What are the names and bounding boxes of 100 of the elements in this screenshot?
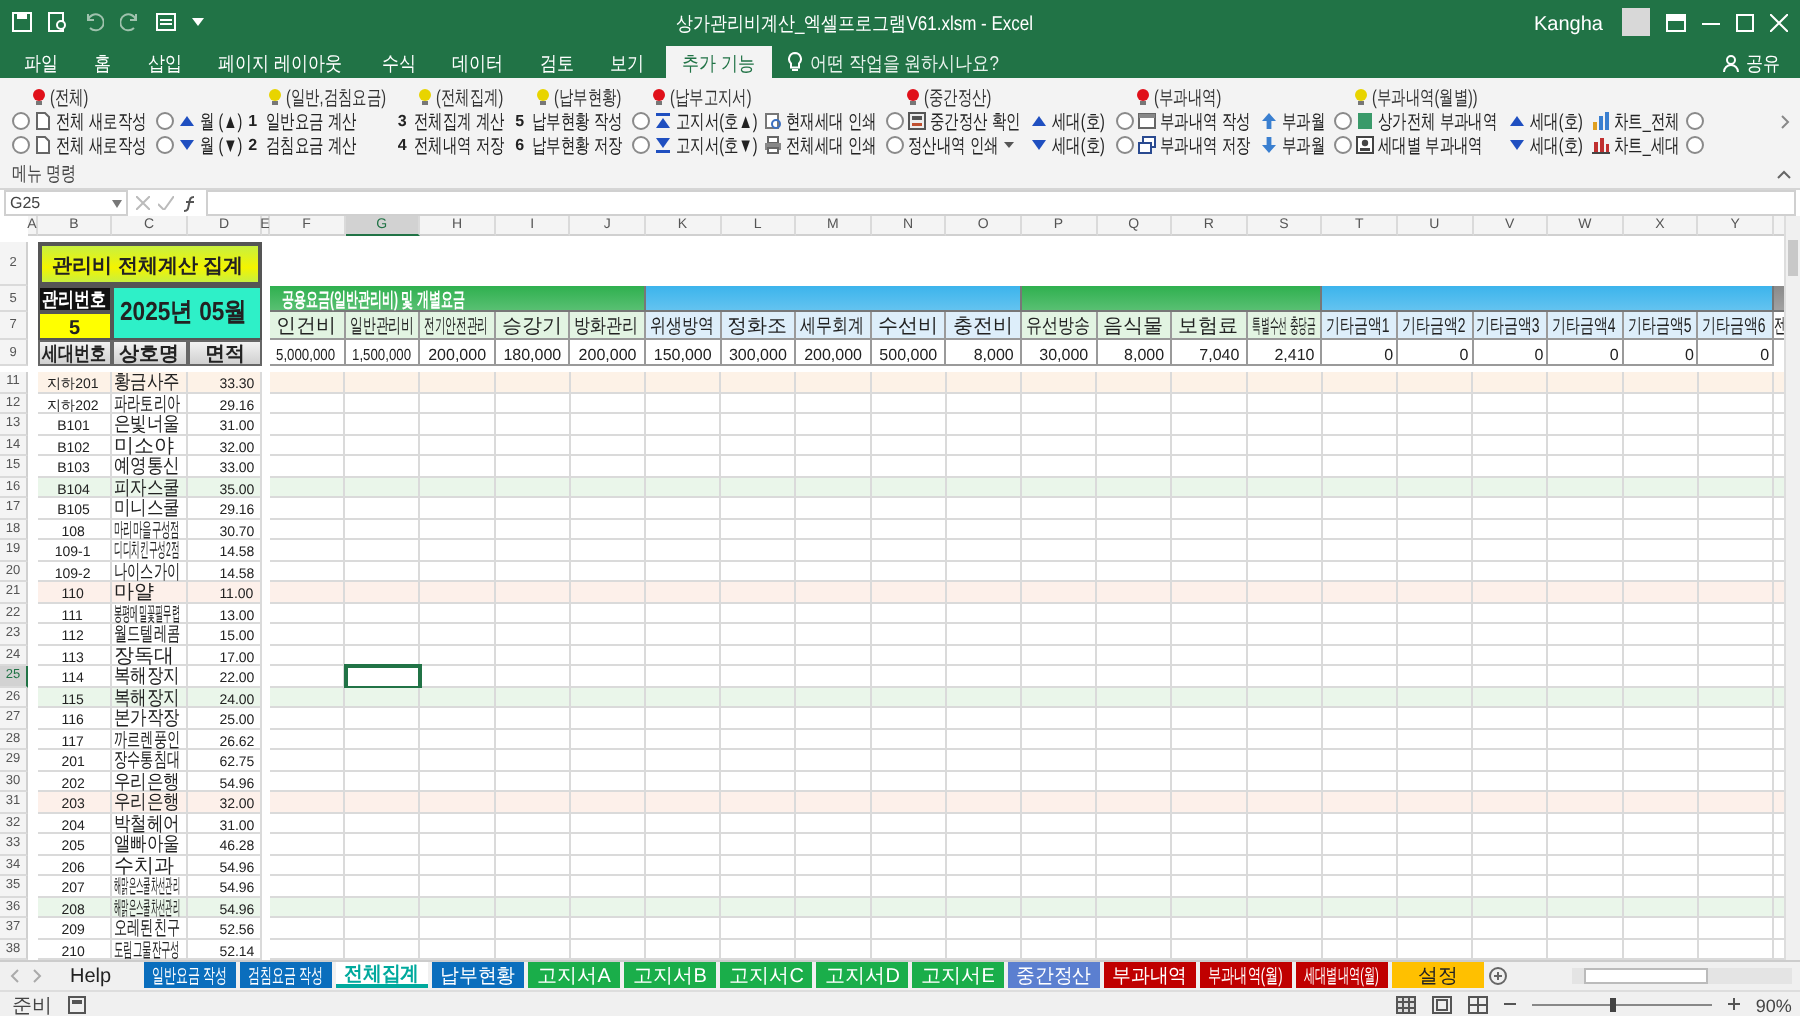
ribbon-tab[interactable]: 검토: [523, 46, 591, 78]
normal-view-icon[interactable]: [1395, 995, 1416, 1013]
close-icon[interactable]: [1770, 13, 1788, 31]
column-heading: 기타금액6: [1698, 312, 1774, 340]
column-heading: 음식물: [1097, 312, 1173, 340]
name-box[interactable]: G25: [4, 190, 128, 216]
zoom-in-icon[interactable]: [1727, 998, 1740, 1010]
vertical-scrollbar[interactable]: [1784, 216, 1800, 960]
radio-button[interactable]: [156, 135, 175, 153]
ribbon-tab[interactable]: 보기: [594, 46, 662, 78]
ribbon-button[interactable]: 전체 새로작성: [34, 108, 149, 132]
radio-button[interactable]: [1685, 111, 1704, 129]
sheet-tab[interactable]: 중간정산: [1008, 962, 1100, 988]
ribbon-button[interactable]: 세대별 부과내역: [1355, 132, 1485, 156]
radio-button[interactable]: [632, 111, 651, 129]
ribbon-button[interactable]: 현재세대 인쇄: [763, 108, 879, 132]
radio-button[interactable]: [156, 111, 175, 129]
cancel-icon: [136, 196, 150, 210]
ribbon-button[interactable]: 전체 새로작성: [34, 132, 149, 156]
ribbon-button[interactable]: 전체세대 인쇄: [763, 132, 879, 156]
sheet-tab[interactable]: 검침요금 작성: [240, 962, 332, 988]
table-cell: 장수통침대: [112, 750, 188, 771]
redo-icon[interactable]: [120, 12, 140, 32]
sheet-tab[interactable]: 세대별내역(월): [1296, 962, 1388, 988]
ribbon-button[interactable]: 고지서(호▼): [654, 132, 756, 156]
table-cell: 오레된친구: [112, 918, 188, 939]
ribbon-button[interactable]: 차트_전체: [1591, 108, 1678, 132]
ribbon-button[interactable]: 세대(호): [1030, 132, 1108, 156]
sheet-tab[interactable]: 설정: [1392, 962, 1484, 988]
sheet-tab[interactable]: 부과내역(월): [1200, 962, 1292, 988]
radio-button[interactable]: [1333, 135, 1352, 153]
lightbulb-icon: [787, 52, 802, 72]
ribbon-button[interactable]: 3 전체집계 계산: [397, 108, 508, 132]
ribbon-button[interactable]: 4 전체내역 저장: [397, 132, 508, 156]
column-heading: 기타금액5: [1623, 312, 1699, 340]
ribbon-button[interactable]: 상가전체 부과내역: [1355, 108, 1500, 132]
ribbon-button[interactable]: 부과내역 저장: [1137, 132, 1252, 156]
add-sheet-icon[interactable]: [1488, 962, 1508, 990]
ribbon-button[interactable]: 차트_세대: [1591, 132, 1678, 156]
sheet-tab[interactable]: 일반요금 작성: [144, 962, 236, 988]
ribbon-button[interactable]: 정산내역 인쇄: [908, 132, 1015, 156]
table-cell: 해맑은스쿨차선관리: [112, 897, 188, 918]
ribbon-button[interactable]: 5 납부현황 작성: [515, 108, 625, 132]
group-heading: (일반,검침요금): [286, 85, 389, 113]
sheet-tab[interactable]: 부과내역: [1104, 962, 1196, 988]
slider-thumb[interactable]: [1610, 997, 1617, 1011]
ribbon-button[interactable]: 부과월: [1259, 108, 1326, 132]
form-icon[interactable]: [156, 12, 176, 32]
share-button[interactable]: 공유: [1709, 46, 1792, 78]
sheet-tab[interactable]: 납부현황: [432, 962, 524, 988]
column-heading: 승강기: [495, 312, 571, 340]
formula-input[interactable]: [206, 190, 1796, 216]
page-layout-icon[interactable]: [1431, 995, 1452, 1013]
ribbon-tab[interactable]: 파일: [8, 46, 75, 78]
chevron-right-icon: [1779, 114, 1789, 130]
ribbon-button[interactable]: 1 일반요금 계산: [248, 108, 358, 132]
ribbon-button[interactable]: 세대(호): [1507, 108, 1584, 132]
ribbon-tab[interactable]: 삽입: [131, 46, 199, 78]
radio-button[interactable]: [1115, 135, 1134, 153]
radio-button[interactable]: [632, 135, 651, 153]
ribbon-tab[interactable]: 데이터: [435, 46, 520, 78]
caret-icon[interactable]: [192, 18, 204, 26]
horizontal-scrollbar[interactable]: [1572, 962, 1792, 990]
ribbon-tab[interactable]: 페이지 레이아웃: [202, 46, 362, 78]
ribbon-button[interactable]: 세대(호): [1030, 108, 1108, 132]
ribbon-tab[interactable]: 추가 기능: [665, 46, 772, 78]
group-heading: (전체집계): [435, 85, 505, 113]
radio-button[interactable]: [886, 111, 905, 129]
ribbon-display-icon[interactable]: [1666, 13, 1686, 31]
ribbon-button[interactable]: 월 (▲): [178, 108, 241, 132]
ribbon-button[interactable]: 부과내역 작성: [1137, 108, 1252, 132]
radio-button[interactable]: [1115, 111, 1134, 129]
radio-button[interactable]: [12, 135, 30, 153]
ribbon-tab[interactable]: 홈: [78, 46, 128, 78]
maximize-icon[interactable]: [1736, 13, 1754, 31]
table-cell: 본가작장: [112, 708, 188, 729]
radio-button[interactable]: [886, 135, 905, 153]
page-break-icon[interactable]: [1467, 995, 1488, 1013]
ribbon-button[interactable]: 고지서(호▲): [654, 108, 756, 132]
ribbon-button[interactable]: 2 검침요금 계산: [248, 132, 358, 156]
print-preview-icon[interactable]: [48, 12, 68, 32]
up-arrow-icon: [1259, 111, 1278, 129]
table-cell: 200,000: [796, 340, 872, 366]
save-icon[interactable]: [12, 12, 32, 32]
ribbon-button[interactable]: 중간정산 확인: [908, 108, 1023, 132]
ribbon-tab[interactable]: 수식: [365, 46, 432, 78]
ribbon-button[interactable]: 부과월: [1259, 132, 1326, 156]
table-cell: 5,000,000: [270, 340, 346, 366]
status-text: 준비: [12, 993, 53, 1020]
column-heading: 세대번호: [38, 340, 112, 366]
ribbon-button[interactable]: 6 납부현황 저장: [515, 132, 625, 156]
zoom-out-icon[interactable]: [1503, 998, 1516, 1010]
radio-button[interactable]: [1685, 135, 1704, 153]
radio-button[interactable]: [12, 111, 30, 129]
tell-me-field[interactable]: 어떤 작업을 원하시나요?: [775, 46, 1016, 78]
column-heading: 세무회계: [796, 312, 872, 340]
ribbon-button[interactable]: 월 (▼): [178, 132, 241, 156]
ribbon-button[interactable]: 세대(호): [1507, 132, 1584, 156]
radio-button[interactable]: [1333, 111, 1352, 129]
undo-icon[interactable]: [84, 12, 104, 32]
